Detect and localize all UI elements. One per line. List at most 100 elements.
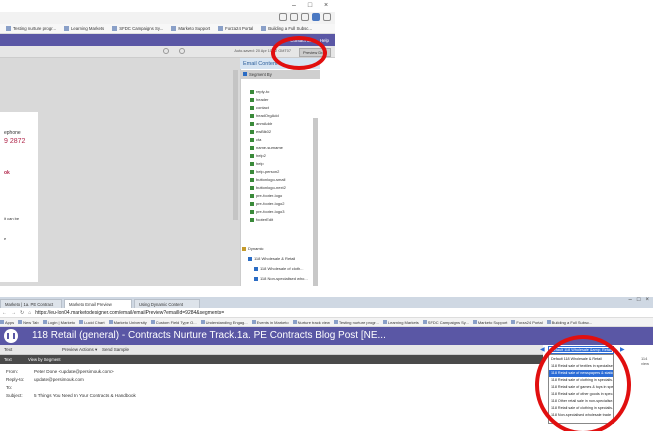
browser-tab-strip: Marketo | 1a. PE Contract Marketo Email … xyxy=(0,297,653,308)
star-icon[interactable] xyxy=(290,13,298,21)
bookmark-icon xyxy=(0,320,4,325)
close-icon[interactable]: × xyxy=(645,297,649,303)
bookmark[interactable]: Learning Markets xyxy=(382,320,419,325)
tree-folder-dynamic[interactable]: Dynamic xyxy=(242,246,264,251)
doc-text: ephone xyxy=(4,130,21,136)
tree-item[interactable]: cta xyxy=(250,137,261,142)
bookmark[interactable]: Testing nurture progr... xyxy=(6,26,56,32)
bookmark[interactable]: Lucid Chart xyxy=(79,320,105,325)
tree-item[interactable]: reply-to xyxy=(250,89,269,94)
extension-blue-icon[interactable] xyxy=(312,13,320,21)
bookmark[interactable]: Testing nurture progr... xyxy=(333,320,379,325)
tree-item[interactable]: buttonlogo-small xyxy=(250,177,285,182)
undo-icon[interactable] xyxy=(163,48,169,54)
bookmark-icon xyxy=(108,320,113,325)
tree-item[interactable]: pre-footer-logo3 xyxy=(250,209,284,214)
tree-item[interactable]: help-person2 xyxy=(250,169,279,174)
bookmark-icon xyxy=(171,26,177,32)
tree-item[interactable]: contact xyxy=(250,105,269,110)
browser-tab[interactable]: Using Dynamic Content xyxy=(134,299,200,308)
element-icon xyxy=(250,161,254,166)
canvas-scrollbar[interactable] xyxy=(233,70,238,220)
element-icon xyxy=(250,169,254,174)
bookmark-icon xyxy=(79,320,84,325)
element-icon xyxy=(250,217,254,222)
tree-segment-item[interactable]: 118 Non-specialised who... xyxy=(254,276,308,281)
element-icon xyxy=(250,121,254,126)
bookmark[interactable]: SFDC Campaigns Sy... xyxy=(422,320,469,325)
tree-item[interactable]: buttonlogo-next2 xyxy=(250,185,286,190)
bookmark[interactable]: Nurture track view xyxy=(292,320,330,325)
tree-item[interactable]: header xyxy=(250,97,268,102)
address-bar[interactable]: ← → ↻ ⌂ https://eu-lon04.marketodesigner… xyxy=(0,308,653,318)
element-icon xyxy=(250,97,254,102)
highlight-circle xyxy=(271,36,327,70)
browser-tab[interactable]: Marketo | 1a. PE Contract xyxy=(0,299,62,308)
highlight-circle xyxy=(535,335,631,431)
panel-scrollbar[interactable] xyxy=(313,118,318,286)
send-sample-button[interactable]: Send Sample xyxy=(102,347,129,352)
search-icon[interactable] xyxy=(279,13,287,21)
preview-actions-menu[interactable]: Preview Actions ▾ xyxy=(62,347,97,353)
bookmark[interactable]: Custom Field Type O... xyxy=(150,320,197,325)
bookmark[interactable]: Apps xyxy=(0,320,14,325)
extension-icon[interactable] xyxy=(301,13,309,21)
bookmark[interactable]: Learning Markets xyxy=(64,26,104,32)
minimize-icon[interactable]: – xyxy=(629,297,632,303)
bookmark[interactable]: New Tab xyxy=(18,320,39,325)
menu-icon[interactable] xyxy=(323,13,331,21)
bottom-screenshot: Marketo | 1a. PE Contract Marketo Email … xyxy=(0,297,653,431)
bookmark[interactable]: Forza24 Portal xyxy=(218,26,253,32)
browser-tab-active[interactable]: Marketo Email Preview xyxy=(64,299,132,308)
home-icon[interactable]: ⌂ xyxy=(28,310,31,316)
minimize-icon[interactable]: – xyxy=(289,2,299,10)
bookmark[interactable]: Marketo University xyxy=(108,320,147,325)
bookmark-icon xyxy=(546,320,551,325)
next-segment-icon[interactable]: ▶ xyxy=(620,346,625,353)
maximize-icon[interactable]: □ xyxy=(637,297,641,303)
logo-mark xyxy=(7,333,15,339)
text-tab[interactable]: Text xyxy=(4,347,12,352)
reload-icon[interactable]: ↻ xyxy=(20,310,24,316)
tree-item[interactable]: pre-footer-logo xyxy=(250,193,282,198)
tree-item[interactable]: help xyxy=(250,161,264,166)
forward-icon[interactable]: → xyxy=(11,310,16,316)
element-icon xyxy=(250,193,254,198)
view-by-segment-label: View by Segment xyxy=(28,357,61,362)
tree-item[interactable]: ewBlk02 xyxy=(250,129,271,134)
tree-item[interactable]: pre-footer-logo2 xyxy=(250,201,284,206)
element-icon xyxy=(250,129,254,134)
bookmark-icon xyxy=(472,320,477,325)
bookmark[interactable]: Marketo Support xyxy=(472,320,507,325)
close-icon[interactable]: × xyxy=(321,2,331,10)
bookmark-icon xyxy=(422,320,427,325)
segment-icon xyxy=(248,256,252,261)
redo-icon[interactable] xyxy=(179,48,185,54)
element-icon xyxy=(250,201,254,206)
toolbar-icons xyxy=(163,48,185,54)
tree-item[interactable]: anmAddr xyxy=(250,121,272,126)
bookmark[interactable]: Building a Full Subsc... xyxy=(261,26,312,32)
bookmark[interactable]: Marketo Support xyxy=(171,26,210,32)
bookmark-icon xyxy=(511,320,516,325)
bookmark[interactable]: Forza24 Portal xyxy=(511,320,543,325)
tree-item[interactable]: headOrgAdd xyxy=(250,113,279,118)
bookmark[interactable]: Login | Marketo xyxy=(42,320,75,325)
bookmarks-bar: Testing nurture progr... Learning Market… xyxy=(0,24,335,34)
tree-item[interactable]: help2 xyxy=(250,153,266,158)
tree-item[interactable]: name-surname xyxy=(250,145,283,150)
bookmark[interactable]: Events in Marketo xyxy=(251,320,289,325)
bookmark-icon xyxy=(218,26,224,32)
tree-item[interactable]: footerEdit xyxy=(250,217,273,222)
bookmark[interactable]: Building a Full Subsc... xyxy=(546,320,592,325)
bookmark[interactable]: Understanding Engag... xyxy=(200,320,248,325)
maximize-icon[interactable]: □ xyxy=(305,2,315,10)
segment-by-header[interactable]: Segment By xyxy=(240,70,320,79)
tree-segment-item[interactable]: 118 Wholesale of cloth... xyxy=(254,266,304,271)
tree-segment-item[interactable]: 118 Wholesale & Retail xyxy=(248,256,295,261)
prev-segment-icon[interactable]: ◀ xyxy=(540,346,545,353)
url-text[interactable]: https://eu-lon04.marketodesigner.com/ema… xyxy=(35,310,224,316)
back-icon[interactable]: ← xyxy=(2,310,7,316)
bookmark[interactable]: SFDC Campaigns Sy... xyxy=(112,26,163,32)
marketo-logo xyxy=(4,329,18,343)
